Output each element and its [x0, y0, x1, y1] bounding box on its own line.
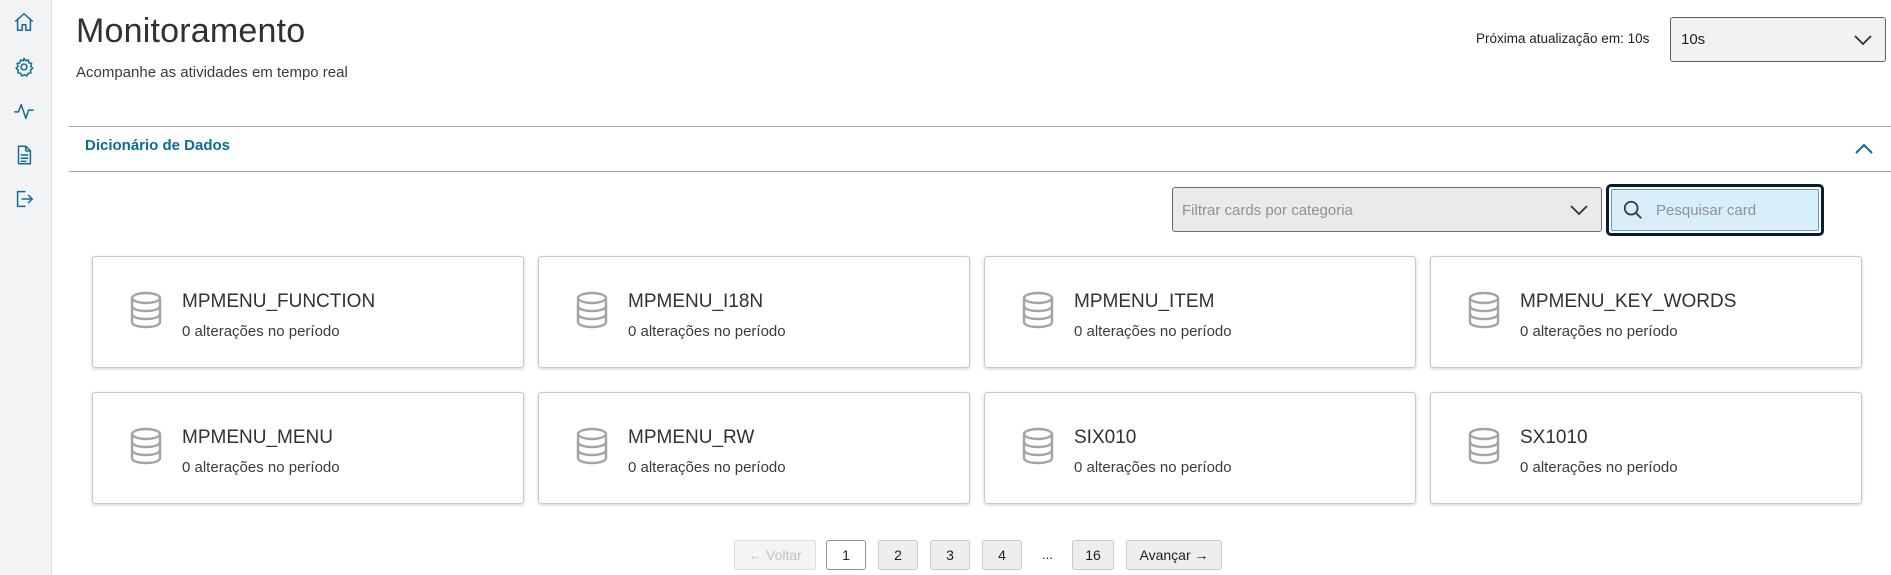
card-title: MPMENU_RW [628, 427, 755, 448]
sidebar [0, 0, 52, 575]
database-icon [575, 291, 609, 329]
refresh-interval-select[interactable]: 10s [1670, 17, 1886, 62]
card-subtitle: 0 alterações no período [628, 459, 786, 476]
card-title: SX1010 [1520, 427, 1588, 448]
card-title: MPMENU_I18N [628, 291, 764, 312]
card-title: MPMENU_ITEM [1074, 291, 1215, 312]
database-icon [1467, 291, 1501, 329]
main-content: Monitoramento Acompanhe as atividades em… [52, 0, 1891, 575]
card-subtitle: 0 alterações no período [1520, 323, 1678, 340]
card[interactable]: MPMENU_KEY_WORDS 0 alterações no período [1430, 256, 1862, 368]
page-title: Monitoramento [76, 12, 306, 50]
category-filter-select[interactable]: Filtrar cards por categoria [1172, 187, 1602, 232]
card[interactable]: MPMENU_FUNCTION 0 alterações no período [92, 256, 524, 368]
section-header-data-dictionary[interactable]: Dicionário de Dados [69, 126, 1891, 172]
database-icon [1021, 427, 1055, 465]
card[interactable]: MPMENU_ITEM 0 alterações no período [984, 256, 1416, 368]
card-title: MPMENU_KEY_WORDS [1520, 291, 1737, 312]
search-icon [1623, 200, 1642, 219]
pagination-page-3[interactable]: 3 [930, 540, 970, 570]
document-icon [17, 145, 32, 165]
card-subtitle: 0 alterações no período [1074, 323, 1232, 340]
chevron-down-icon [1570, 205, 1588, 216]
gear-icon [15, 57, 34, 77]
card-title: MPMENU_MENU [182, 427, 333, 448]
logout-icon [16, 190, 33, 208]
home-icon [15, 13, 33, 31]
card-subtitle: 0 alterações no período [628, 323, 786, 340]
card[interactable]: MPMENU_RW 0 alterações no período [538, 392, 970, 504]
sidebar-item-home[interactable] [10, 8, 38, 36]
refresh-countdown-label: Próxima atualização em: 10s [1476, 31, 1650, 46]
sidebar-item-activity[interactable] [10, 97, 38, 125]
pagination-page-16[interactable]: 16 [1072, 540, 1114, 570]
database-icon [575, 427, 609, 465]
refresh-interval-value: 10s [1681, 31, 1706, 48]
card-subtitle: 0 alterações no período [1520, 459, 1678, 476]
database-icon [1467, 427, 1501, 465]
section-title: Dicionário de Dados [85, 137, 231, 154]
search-input[interactable] [1656, 190, 1816, 230]
search-field-focus-ring [1606, 184, 1824, 236]
sidebar-item-documents[interactable] [10, 141, 38, 169]
activity-icon [14, 103, 34, 120]
card-title: SIX010 [1074, 427, 1137, 448]
pagination-page-1[interactable]: 1 [826, 540, 866, 570]
chevron-up-icon[interactable] [1853, 139, 1875, 159]
pagination-page-2[interactable]: 2 [878, 540, 918, 570]
card-title: MPMENU_FUNCTION [182, 291, 376, 312]
sidebar-item-settings[interactable] [10, 53, 38, 81]
card[interactable]: MPMENU_I18N 0 alterações no período [538, 256, 970, 368]
card-subtitle: 0 alterações no período [1074, 459, 1232, 476]
search-field[interactable] [1611, 189, 1819, 231]
card[interactable]: MPMENU_MENU 0 alterações no período [92, 392, 524, 504]
pagination-page-4[interactable]: 4 [982, 540, 1022, 570]
card-subtitle: 0 alterações no período [182, 459, 340, 476]
database-icon [129, 427, 163, 465]
pagination-next-button[interactable]: Avançar → [1126, 540, 1222, 570]
card[interactable]: SIX010 0 alterações no período [984, 392, 1416, 504]
pagination-ellipsis: ... [1042, 547, 1053, 562]
card-subtitle: 0 alterações no período [182, 323, 340, 340]
database-icon [129, 291, 163, 329]
page-subtitle: Acompanhe as atividades em tempo real [76, 64, 348, 81]
card[interactable]: SX1010 0 alterações no período [1430, 392, 1862, 504]
chevron-down-icon [1854, 35, 1872, 46]
database-icon [1021, 291, 1055, 329]
pagination-prev-button[interactable]: ← Voltar [734, 540, 816, 570]
category-filter-placeholder: Filtrar cards por categoria [1182, 202, 1353, 219]
sidebar-item-logout[interactable] [10, 185, 38, 213]
